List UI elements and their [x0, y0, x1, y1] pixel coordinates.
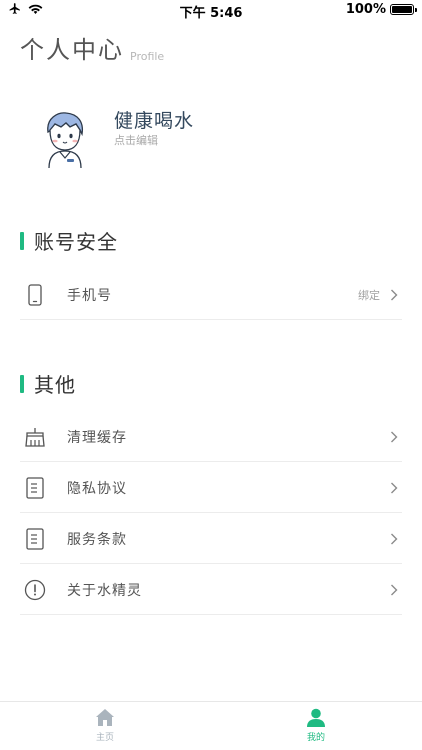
phone-icon	[24, 283, 46, 306]
section-header-account-security: 账号安全	[20, 226, 118, 255]
row-label: 隐私协议	[67, 480, 127, 497]
row-privacy-policy[interactable]: 隐私协议	[20, 463, 402, 513]
status-right: 100%	[345, 2, 417, 17]
profile-card[interactable]: 健康喝水 点击编辑	[32, 100, 402, 176]
tab-label: 主页	[95, 733, 114, 743]
chevron-right-icon	[388, 482, 400, 494]
broom-icon	[24, 426, 46, 448]
page-title: 个人中心 Profile	[20, 30, 164, 65]
row-right	[388, 514, 400, 564]
chevron-right-icon	[388, 289, 400, 301]
row-right: 绑定	[358, 270, 400, 320]
row-clear-cache[interactable]: 清理缓存	[20, 412, 402, 462]
section-accent-bar	[20, 231, 24, 250]
section-title: 其他	[34, 373, 76, 397]
row-right	[388, 412, 400, 462]
home-icon	[96, 709, 114, 726]
battery-icon	[390, 4, 417, 15]
row-about[interactable]: 关于水精灵	[20, 565, 402, 615]
section-header-other: 其他	[20, 369, 76, 398]
row-label: 清理缓存	[67, 429, 127, 446]
document-icon	[24, 527, 46, 550]
profile-name[interactable]: 健康喝水	[114, 106, 194, 133]
chevron-right-icon	[388, 431, 400, 443]
row-right	[388, 565, 400, 615]
bind-status: 绑定	[358, 289, 380, 302]
chevron-right-icon	[388, 584, 400, 596]
tab-label: 我的	[306, 733, 325, 743]
page-title-main: 个人中心	[20, 36, 124, 64]
tab-bar: 主页 我的	[0, 701, 422, 750]
person-icon	[307, 708, 325, 727]
document-icon	[24, 476, 46, 499]
tab-profile[interactable]: 我的	[276, 708, 356, 743]
row-terms-of-service[interactable]: 服务条款	[20, 514, 402, 564]
avatar[interactable]	[40, 110, 88, 170]
row-right	[388, 463, 400, 513]
row-label: 服务条款	[67, 531, 127, 548]
row-label: 手机号	[67, 287, 112, 304]
profile-edit-hint[interactable]: 点击编辑	[114, 132, 158, 148]
row-phone-number[interactable]: 手机号 绑定	[20, 270, 402, 320]
section-accent-bar	[20, 374, 24, 393]
chevron-right-icon	[388, 533, 400, 545]
section-title: 账号安全	[34, 230, 118, 254]
tab-home[interactable]: 主页	[65, 708, 145, 743]
battery-percent: 100%	[345, 2, 386, 17]
row-label: 关于水精灵	[67, 582, 142, 599]
status-bar: 下午 5:46 100%	[0, 0, 422, 21]
page-title-sub: Profile	[130, 50, 165, 63]
info-icon	[24, 579, 46, 601]
battery-fill	[392, 6, 412, 13]
